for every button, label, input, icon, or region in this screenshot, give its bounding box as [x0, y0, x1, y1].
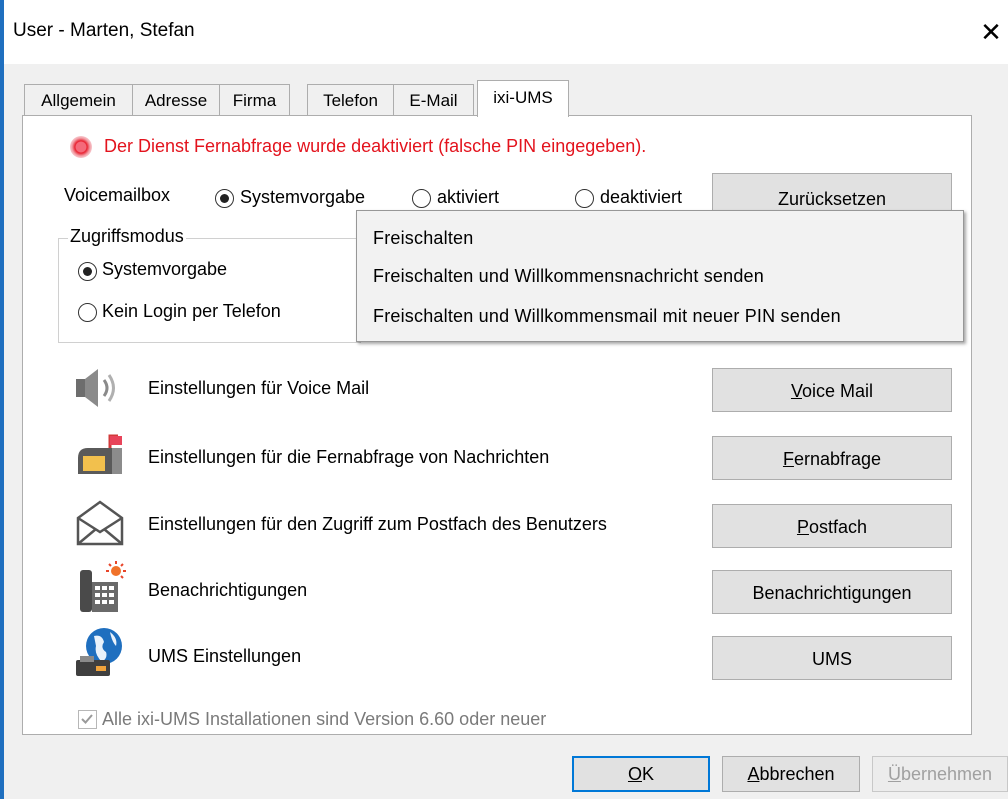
zugriffsmodus-radio-systemvorgabe[interactable]: [78, 262, 97, 281]
fernabfrage-settings-label: Einstellungen für die Fernabfrage von Na…: [148, 447, 550, 467]
benachrichtigungen-button[interactable]: Benachrichtigungen: [712, 570, 952, 614]
tab-bar: Allgemein Adresse Firma Telefon E-Mail i…: [24, 80, 584, 117]
voicemailbox-radio-aktiviert[interactable]: [412, 189, 431, 208]
mailbox-icon: [78, 434, 122, 474]
fernabfrage-button[interactable]: Fernabfrage: [712, 436, 952, 480]
cancel-button[interactable]: Abbrechen: [722, 756, 860, 792]
voice-mail-settings-label: Einstellungen für Voice Mail: [148, 378, 370, 398]
benachrichtigungen-label: Benachrichtigungen: [148, 580, 308, 600]
voicemailbox-label: Voicemailbox: [64, 185, 171, 205]
voicemailbox-radio-deaktiviert[interactable]: [575, 189, 594, 208]
tab-email[interactable]: E-Mail: [393, 84, 474, 115]
voicemailbox-radio-systemvorgabe[interactable]: [215, 189, 234, 208]
button-label: K: [642, 764, 655, 784]
window-title: User - Marten, Stefan: [13, 20, 195, 41]
voicemailbox-option-label: Systemvorgabe: [240, 187, 366, 207]
checkmark-icon: [81, 714, 93, 724]
zugriffsmodus-option-label: Kein Login per Telefon: [102, 301, 281, 321]
tab-firma[interactable]: Firma: [219, 84, 290, 115]
postfach-button[interactable]: Postfach: [712, 504, 952, 548]
zugriffsmodus-radio-kein-login[interactable]: [78, 303, 97, 322]
zugriffsmodus-option-label: Systemvorgabe: [102, 259, 228, 279]
mnemonic: O: [627, 764, 642, 784]
menu-item-freischalten-willkommensmail-pin[interactable]: Freischalten und Willkommensmail mit neu…: [373, 306, 841, 327]
ums-settings-label: UMS Einstellungen: [148, 646, 302, 666]
mnemonic: V: [790, 381, 802, 401]
tab-adresse[interactable]: Adresse: [132, 84, 220, 115]
tab-telefon[interactable]: Telefon: [307, 84, 394, 115]
menu-item-freischalten-willkommensnachricht[interactable]: Freischalten und Willkommensnachricht se…: [373, 266, 764, 287]
version-checkbox[interactable]: [78, 710, 97, 729]
reset-button[interactable]: Zurücksetzen: [712, 173, 952, 213]
tab-allgemein[interactable]: Allgemein: [24, 84, 133, 115]
postfach-settings-label: Einstellungen für den Zugriff zum Postfa…: [148, 514, 607, 534]
tab-ixi-ums[interactable]: ixi-UMS: [477, 80, 569, 117]
voicemailbox-option-label: aktiviert: [437, 187, 500, 207]
ums-button[interactable]: UMS: [712, 636, 952, 680]
envelope-icon: [76, 500, 124, 546]
button-label: ernabfrage: [793, 449, 882, 469]
globe-fax-icon: [76, 628, 122, 676]
voice-mail-button[interactable]: Voice Mail: [712, 368, 952, 412]
phone-alert-icon: [80, 561, 126, 612]
reset-popup-menu: Freischalten Freischalten und Willkommen…: [356, 210, 964, 342]
button-label: oice Mail: [801, 381, 874, 401]
close-icon[interactable]: ✕: [975, 14, 1007, 50]
zugriffsmodus-title: Zugriffsmodus: [68, 226, 186, 247]
button-label: ostfach: [808, 517, 868, 537]
speaker-icon: [76, 369, 115, 407]
button-label: bbrechen: [759, 764, 835, 784]
mnemonic: P: [796, 517, 809, 537]
warning-status-icon: [70, 136, 92, 158]
ok-button[interactable]: OK: [572, 756, 710, 792]
zugriffsmodus-group: [58, 238, 361, 343]
apply-button: Übernehmen: [872, 756, 1008, 792]
warning-message: Der Dienst Fernabfrage wurde deaktiviert…: [104, 136, 647, 156]
menu-item-freischalten[interactable]: Freischalten: [373, 228, 473, 249]
voicemailbox-option-label: deaktiviert: [600, 187, 683, 207]
button-label: bernehmen: [900, 764, 993, 784]
mnemonic: F: [782, 449, 794, 469]
version-checkbox-label: Alle ixi-UMS Installationen sind Version…: [102, 709, 547, 729]
mnemonic: A: [747, 764, 760, 784]
mnemonic: Ü: [887, 764, 901, 784]
